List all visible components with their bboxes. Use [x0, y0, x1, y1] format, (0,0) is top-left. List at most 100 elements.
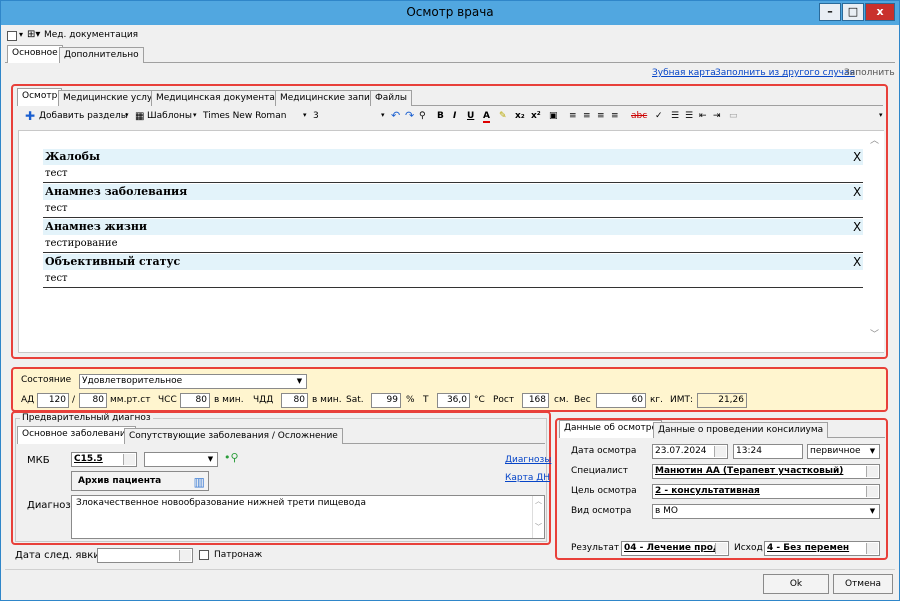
result-lookup-button[interactable]: [715, 543, 727, 554]
bold-icon[interactable]: B: [437, 111, 444, 121]
scroll-up-icon[interactable]: ︿: [870, 133, 879, 146]
result-input[interactable]: 04 - Лечение продо: [621, 541, 729, 556]
specialist-input[interactable]: Манютин АА (Терапевт участковый): [652, 464, 880, 479]
number-list-icon[interactable]: ☰: [685, 111, 693, 121]
med-docs-menu[interactable]: Мед. документация: [44, 30, 138, 40]
bullet-list-icon[interactable]: ☰: [671, 111, 679, 121]
tab-main[interactable]: Основное: [7, 45, 63, 63]
ad-systolic-input[interactable]: 120: [37, 393, 69, 408]
temperature-input[interactable]: 36,0: [437, 393, 470, 408]
section-disease-history-text[interactable]: тест: [45, 203, 68, 214]
chevron-down-icon[interactable]: ▼: [867, 446, 878, 457]
minimize-button[interactable]: –: [819, 3, 841, 21]
state-select[interactable]: Удовлетворительное ▼: [79, 374, 307, 389]
highlight-icon[interactable]: ✎: [499, 111, 507, 121]
section-disease-history-close[interactable]: X: [853, 185, 861, 199]
search-person-icon[interactable]: •⚲: [224, 451, 239, 464]
height-input[interactable]: 168: [522, 393, 549, 408]
section-complaints-text[interactable]: тест: [45, 168, 68, 179]
document-scrollbar[interactable]: ︿ ﹀: [869, 131, 884, 352]
templates-icon[interactable]: ▦: [135, 111, 144, 122]
rr-input[interactable]: 80: [281, 393, 308, 408]
superscript-icon[interactable]: x²: [531, 111, 541, 121]
tab-consilium[interactable]: Данные о проведении консилиума: [653, 422, 829, 438]
patient-archive-button[interactable]: Архив пациента ▥: [71, 471, 209, 491]
dropdown-icon[interactable]: ▾: [19, 30, 23, 39]
weight-input[interactable]: 60: [596, 393, 646, 408]
add-sections-button[interactable]: Добавить разделы: [39, 111, 128, 121]
save-icon[interactable]: [7, 31, 17, 41]
section-objective-close[interactable]: X: [853, 255, 861, 269]
diagnosis-scrollbar[interactable]: ︿ ﹀: [532, 496, 544, 538]
maximize-button[interactable]: □: [842, 3, 864, 21]
section-objective-text[interactable]: тест: [45, 273, 68, 284]
font-color-icon[interactable]: A: [483, 111, 490, 123]
dn-card-link[interactable]: Карта ДН: [505, 473, 550, 483]
exam-date-input[interactable]: 23.07.2024: [652, 444, 728, 459]
section-complaints-close[interactable]: X: [853, 150, 861, 164]
goal-lookup-button[interactable]: [866, 486, 878, 497]
outcome-input[interactable]: 4 - Без перемен: [764, 541, 880, 556]
templates-button[interactable]: Шаблоны: [147, 111, 192, 121]
diagnosis-textarea[interactable]: Злокачественное новообразование нижней т…: [71, 495, 545, 539]
exam-type-select[interactable]: в МО ▼: [652, 504, 880, 519]
diagnoses-link[interactable]: Диагнозы: [505, 455, 551, 465]
strikethrough-icon[interactable]: abc: [631, 111, 647, 121]
chevron-down-icon[interactable]: ▼: [294, 376, 305, 387]
ok-button[interactable]: Ok: [763, 574, 829, 594]
justify-icon[interactable]: ≡: [611, 111, 619, 121]
plus-icon[interactable]: ✚: [25, 109, 35, 123]
sat-input[interactable]: 99: [371, 393, 401, 408]
document-area[interactable]: Жалобы X тест Анамнез заболевания X тест…: [18, 130, 884, 353]
fill-link[interactable]: Заполнить: [844, 68, 895, 78]
patronage-checkbox[interactable]: [199, 550, 209, 560]
font-size-select[interactable]: 3: [313, 111, 319, 121]
chevron-down-icon[interactable]: ▼: [205, 454, 216, 465]
outdent-icon[interactable]: ⇤: [699, 111, 707, 121]
dental-card-link[interactable]: Зубная карта: [652, 68, 716, 78]
section-life-history-text[interactable]: тестирование: [45, 238, 118, 249]
subscript-icon[interactable]: x₂: [515, 111, 525, 121]
section-life-history-close[interactable]: X: [853, 220, 861, 234]
align-right-icon[interactable]: ≡: [597, 111, 605, 121]
chevron-down-icon[interactable]: ▾: [193, 111, 197, 119]
page-icon[interactable]: ▭: [729, 111, 738, 121]
tab-comorbidities[interactable]: Сопутствующие заболевания / Осложнение: [124, 428, 343, 444]
chevron-down-icon[interactable]: ▼: [867, 506, 878, 517]
calendar-button[interactable]: [179, 550, 191, 561]
calendar-button[interactable]: [714, 446, 726, 457]
tab-exam[interactable]: Осмотр: [17, 88, 63, 106]
tab-additional[interactable]: Дополнительно: [59, 47, 144, 63]
align-left-icon[interactable]: ≡: [569, 111, 577, 121]
underline-icon[interactable]: U: [467, 111, 474, 121]
italic-icon[interactable]: I: [453, 111, 456, 121]
exam-time-input[interactable]: 13:24: [733, 444, 803, 459]
chevron-down-icon[interactable]: ▾: [381, 111, 385, 119]
next-visit-input[interactable]: [97, 548, 193, 563]
outcome-lookup-button[interactable]: [866, 543, 878, 554]
close-button[interactable]: x: [865, 3, 895, 21]
hr-input[interactable]: 80: [180, 393, 210, 408]
mkb-lookup-button[interactable]: [123, 454, 135, 465]
find-icon[interactable]: ⚲: [419, 111, 426, 121]
toolbar-overflow-icon[interactable]: ▾: [879, 111, 883, 119]
image-icon[interactable]: ▣: [549, 111, 558, 121]
scroll-down-icon[interactable]: ﹀: [870, 327, 879, 340]
tab-main-disease[interactable]: Основное заболевание: [17, 426, 137, 444]
font-select[interactable]: Times New Roman: [203, 111, 286, 121]
indent-icon[interactable]: ⇥: [713, 111, 721, 121]
redo-icon[interactable]: ↷: [405, 109, 414, 122]
specialist-lookup-button[interactable]: [866, 466, 878, 477]
goal-input[interactable]: 2 - консультативная: [652, 484, 880, 499]
exam-kind-select[interactable]: первичное ▼: [807, 444, 880, 459]
tree-icon[interactable]: ⊞▾: [27, 29, 40, 40]
cancel-button[interactable]: Отмена: [833, 574, 893, 594]
align-center-icon[interactable]: ≡: [583, 111, 591, 121]
undo-icon[interactable]: ↶: [391, 109, 400, 122]
tab-files[interactable]: Файлы: [370, 90, 412, 106]
tab-exam-data[interactable]: Данные об осмотре: [559, 420, 662, 438]
mkb-extra-select[interactable]: ▼: [144, 452, 218, 467]
spellcheck-icon[interactable]: ✓: [655, 111, 663, 121]
chevron-down-icon[interactable]: ▾: [125, 111, 129, 119]
chevron-down-icon[interactable]: ▾: [303, 111, 307, 119]
